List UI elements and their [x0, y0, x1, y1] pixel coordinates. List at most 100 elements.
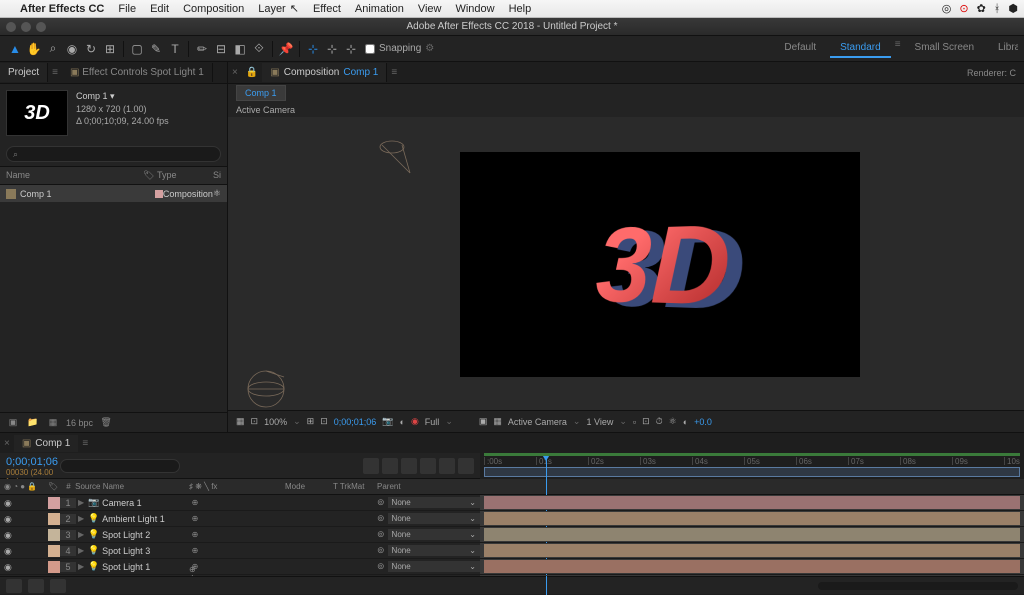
layer-label-color[interactable] — [48, 545, 60, 557]
exposure-reset-icon[interactable]: ◐ — [683, 417, 688, 427]
comp-flowchart-icon[interactable]: ⚛ — [213, 188, 221, 199]
menu-view[interactable]: View — [418, 3, 442, 15]
camera-dropdown[interactable]: Active Camera — [508, 417, 567, 427]
col-av-features[interactable]: ◉ ◔ ● 🔒 — [0, 482, 48, 491]
project-row-comp1[interactable]: Comp 1 Composition ⚛ — [0, 185, 227, 202]
expand-arrow[interactable]: ▶ — [78, 530, 84, 539]
pickwhip-icon[interactable]: ⊚ — [377, 561, 385, 572]
zoom-dropdown[interactable]: 100% — [264, 417, 287, 427]
pickwhip-icon[interactable]: ⊚ — [377, 513, 385, 524]
visibility-toggle[interactable]: ◉ — [4, 562, 14, 572]
puppet-tool[interactable]: 📌 — [277, 40, 295, 58]
parent-dropdown[interactable]: None⌄ — [388, 497, 480, 508]
timeline-layer-row[interactable]: ◉ 2 ▶💡Ambient Light 1 ⊕ ⊚None⌄ — [0, 511, 1024, 527]
timeline-search[interactable] — [60, 459, 180, 473]
pen-tool[interactable]: ✎ — [147, 40, 165, 58]
visibility-toggle[interactable]: ◉ — [4, 530, 14, 540]
project-col-type[interactable]: Type — [157, 170, 213, 181]
pickwhip-icon[interactable]: ⊚ — [377, 529, 385, 540]
timecode-display[interactable]: 0;00;01;06 — [334, 417, 377, 427]
timeline-layer-row[interactable]: ◉ 3 ▶💡Spot Light 2 ⊕ ⊚None⌄ — [0, 527, 1024, 543]
parent-dropdown[interactable]: None⌄ — [388, 529, 480, 540]
text-tool[interactable]: T — [166, 40, 184, 58]
menu-file[interactable]: File — [118, 3, 136, 15]
toggle-modes-button[interactable] — [28, 579, 44, 593]
axis-local[interactable]: ⊹ — [304, 40, 322, 58]
resolution-dropdown[interactable]: Full — [425, 417, 440, 427]
layer-label-color[interactable] — [48, 497, 60, 509]
pickwhip-icon[interactable]: ⊚ — [377, 545, 385, 556]
menu-window[interactable]: Window — [455, 3, 494, 15]
menu-layer[interactable]: Layer — [258, 3, 286, 15]
timeline-layer-row[interactable]: ◉ 4 ▶💡Spot Light 3 ⊕ ⊚None⌄ — [0, 543, 1024, 559]
layer-duration-bar[interactable] — [484, 528, 1020, 541]
magnification-icon[interactable]: ⊡ — [251, 416, 259, 427]
color-mgmt-icon[interactable]: ◉ — [411, 416, 419, 427]
grid-icon[interactable]: ▦ — [493, 416, 502, 427]
new-comp-button[interactable]: ▦ — [46, 416, 60, 430]
renderer-dropdown[interactable]: C — [1010, 68, 1017, 78]
layer-duration-bar[interactable] — [484, 512, 1020, 525]
panel-menu-icon[interactable]: ≡ — [48, 67, 62, 78]
expand-arrow[interactable]: ▶ — [78, 498, 84, 507]
shape-tool[interactable]: ▢ — [128, 40, 146, 58]
maximize-button[interactable] — [36, 22, 46, 32]
flowchart-icon[interactable]: ⚛ — [669, 416, 677, 427]
project-col-size[interactable]: Si — [213, 170, 221, 181]
layer-name[interactable]: Spot Light 2 — [102, 530, 150, 540]
delete-button[interactable]: 🗑 — [99, 416, 113, 430]
layer-name[interactable]: Spot Light 1 — [102, 562, 150, 572]
camera-tool[interactable]: ⊞ — [101, 40, 119, 58]
roi-icon[interactable]: ▣ — [479, 416, 488, 427]
layer-duration-bar[interactable] — [484, 560, 1020, 573]
toggle-in-out-button[interactable] — [50, 579, 66, 593]
parent-dropdown[interactable]: None⌄ — [388, 545, 480, 556]
menu-help[interactable]: Help — [509, 3, 532, 15]
col-switches[interactable]: ♯ ❋ ╲ fx — [189, 482, 285, 491]
workspace-smallscreen[interactable]: Small Screen — [905, 39, 984, 58]
traffic-lights[interactable] — [6, 22, 46, 32]
timeline-tab-comp1[interactable]: ▣Comp 1 — [14, 435, 78, 452]
clone-tool[interactable]: ⊟ — [212, 40, 230, 58]
fast-preview-icon[interactable]: ⊡ — [320, 416, 328, 427]
visibility-toggle[interactable]: ◉ — [4, 498, 14, 508]
snapping-checkbox[interactable] — [365, 44, 375, 54]
exposure-value[interactable]: +0.0 — [694, 417, 712, 427]
comp-thumbnail[interactable]: 3D — [6, 90, 68, 136]
work-area[interactable] — [484, 467, 1020, 477]
graph-editor-button[interactable] — [458, 458, 474, 474]
close-button[interactable] — [6, 22, 16, 32]
rotate-tool[interactable]: ↻ — [82, 40, 100, 58]
timeline-icon[interactable]: ⏱ — [656, 416, 663, 427]
panel-lock-icon[interactable]: 🔒 — [242, 67, 262, 78]
layer-name[interactable]: Spot Light 3 — [102, 546, 150, 556]
timeline-layer-row[interactable]: ◉ 5 ▶💡Spot Light 1 ⊕ ⊚None⌄ — [0, 559, 1024, 575]
layer-label-color[interactable] — [48, 529, 60, 541]
col-trkmat[interactable]: T TrkMat — [333, 482, 377, 491]
layer-switch[interactable]: ⊕ — [189, 513, 201, 525]
layer-label-color[interactable] — [48, 513, 60, 525]
layer-duration-bar[interactable] — [484, 496, 1020, 509]
tab-project[interactable]: Project — [0, 63, 48, 82]
breadcrumb-comp[interactable]: Comp 1 — [236, 85, 286, 101]
zoom-tool[interactable]: ⌕ — [44, 40, 62, 58]
hand-tool[interactable]: ✋ — [25, 40, 43, 58]
minimize-button[interactable] — [21, 22, 31, 32]
expand-arrow[interactable]: ▶ — [78, 562, 84, 571]
viewport[interactable]: 3D 3D — [228, 117, 1024, 410]
layer-label-color[interactable] — [48, 561, 60, 573]
visibility-toggle[interactable]: ◉ — [4, 514, 14, 524]
fast-draft-icon[interactable]: ⊡ — [642, 416, 650, 427]
motion-blur-button[interactable] — [439, 458, 455, 474]
hide-shy-button[interactable] — [401, 458, 417, 474]
col-label[interactable]: 🏷 — [48, 482, 64, 491]
composition-canvas[interactable]: 3D 3D — [460, 152, 860, 377]
layer-switch[interactable]: ⊕ — [189, 545, 201, 557]
app-menu[interactable]: After Effects CC — [20, 3, 104, 15]
panel-menu-icon[interactable]: ≡ — [78, 438, 92, 449]
menu-effect[interactable]: Effect — [313, 3, 341, 15]
timecode-display[interactable]: 0;00;01;06 00030 (24.00 fps) — [0, 453, 60, 478]
workspace-standard[interactable]: Standard — [830, 39, 891, 58]
workspace-default[interactable]: Default — [774, 39, 826, 58]
parent-dropdown[interactable]: None⌄ — [388, 513, 480, 524]
